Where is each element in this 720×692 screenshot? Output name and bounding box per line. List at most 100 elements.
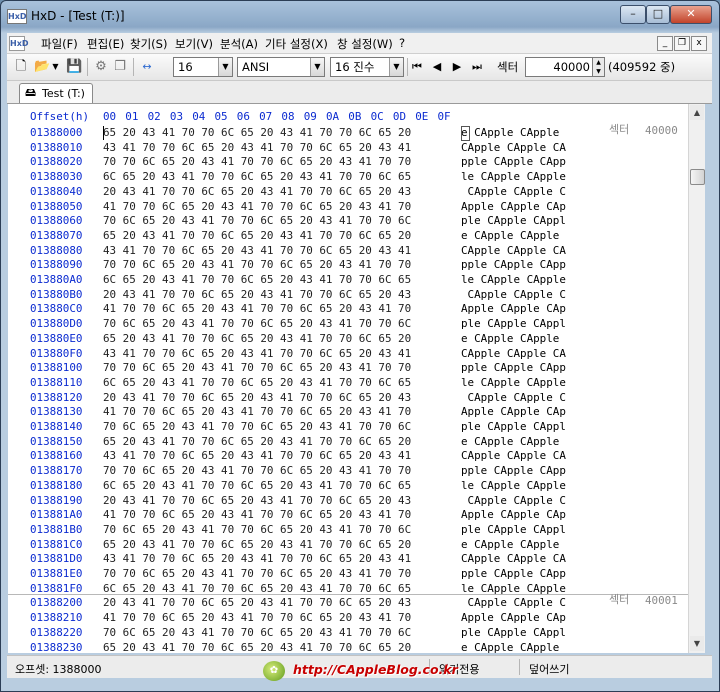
minimize-button[interactable]: – [620, 5, 646, 24]
table-row[interactable]: 013880D0 70 6C 65 20 43 41 70 70 6C 65 20… [8, 317, 688, 332]
row-hex-bytes[interactable]: 65 20 43 41 70 70 6C 65 20 43 41 70 70 6… [103, 641, 411, 654]
menu-extras[interactable]: 기타 설정(X) [265, 36, 328, 52]
row-hex-bytes[interactable]: 6C 65 20 43 41 70 70 6C 65 20 43 41 70 7… [103, 479, 411, 492]
row-hex-bytes[interactable]: 20 43 41 70 70 6C 65 20 43 41 70 70 6C 6… [103, 288, 411, 301]
table-row[interactable]: 01388160 43 41 70 70 6C 65 20 43 41 70 70… [8, 449, 688, 464]
row-ascii[interactable]: CApple CApple C [461, 185, 566, 198]
offset-base-select[interactable]: 16 진수 ▼ [330, 57, 404, 77]
row-ascii[interactable]: ple CApple CAppl [461, 317, 566, 330]
row-ascii[interactable]: CApple CApple CA [461, 449, 566, 462]
hex-editor-view[interactable]: Offset(h) 00 01 02 03 04 05 06 07 08 09 0A 0B 0C 0D 0E… [8, 104, 688, 653]
row-hex-bytes[interactable]: 20 43 41 70 70 6C 65 20 43 41 70 70 6C 6… [103, 185, 411, 198]
row-hex-bytes[interactable]: 43 41 70 70 6C 65 20 43 41 70 70 6C 65 2… [103, 552, 411, 565]
row-ascii[interactable]: CApple CApple CA [461, 141, 566, 154]
table-row[interactable]: 01388140 70 6C 65 20 43 41 70 70 6C 65 20… [8, 420, 688, 435]
table-row[interactable]: 01388010 43 41 70 70 6C 65 20 43 41 70 70… [8, 141, 688, 156]
table-row[interactable]: 01388200 20 43 41 70 70 6C 65 20 43 41 70… [8, 596, 688, 611]
table-row[interactable]: 01388180 6C 65 20 43 41 70 70 6C 65 20 43… [8, 479, 688, 494]
row-hex-bytes[interactable]: 65 20 43 41 70 70 6C 65 20 43 41 70 70 6… [103, 126, 411, 139]
row-hex-bytes[interactable]: 70 70 6C 65 20 43 41 70 70 6C 65 20 43 4… [103, 464, 411, 477]
menu-analysis[interactable]: 분석(A) [220, 36, 258, 52]
row-hex-bytes[interactable]: 70 70 6C 65 20 43 41 70 70 6C 65 20 43 4… [103, 567, 411, 580]
row-hex-bytes[interactable]: 70 70 6C 65 20 43 41 70 70 6C 65 20 43 4… [103, 258, 411, 271]
menu-window[interactable]: 창 설정(W) [337, 36, 393, 52]
row-hex-bytes[interactable]: 70 6C 65 20 43 41 70 70 6C 65 20 43 41 7… [103, 317, 411, 330]
vertical-scrollbar[interactable]: ▲ ▼ [688, 104, 705, 653]
row-ascii[interactable]: Apple CApple CAp [461, 302, 566, 315]
row-ascii[interactable]: CApple CApple CA [461, 244, 566, 257]
scroll-up-button[interactable]: ▲ [690, 105, 704, 120]
row-hex-bytes[interactable]: 65 20 43 41 70 70 6C 65 20 43 41 70 70 6… [103, 538, 411, 551]
table-row[interactable]: 01388190 20 43 41 70 70 6C 65 20 43 41 70… [8, 494, 688, 509]
table-row[interactable]: 013881D0 43 41 70 70 6C 65 20 43 41 70 70… [8, 552, 688, 567]
row-ascii[interactable]: le CApple CApple [461, 170, 566, 183]
menu-file[interactable]: 파일(F) [41, 36, 78, 52]
copy-icon[interactable]: ❐ [112, 59, 128, 75]
row-ascii[interactable]: Apple CApple CAp [461, 611, 566, 624]
table-row[interactable]: 01388040 20 43 41 70 70 6C 65 20 43 41 70… [8, 185, 688, 200]
table-row[interactable]: 01388070 65 20 43 41 70 70 6C 65 20 43 41… [8, 229, 688, 244]
table-row[interactable]: 013881E0 70 70 6C 65 20 43 41 70 70 6C 65… [8, 567, 688, 582]
table-row[interactable]: 01388030 6C 65 20 43 41 70 70 6C 65 20 43… [8, 170, 688, 185]
mdi-restore-button[interactable]: ❐ [674, 36, 690, 51]
row-ascii[interactable]: Apple CApple CAp [461, 405, 566, 418]
row-ascii[interactable]: pple CApple CApp [461, 155, 566, 168]
row-ascii[interactable]: le CApple CApple [461, 582, 566, 595]
row-hex-bytes[interactable]: 70 6C 65 20 43 41 70 70 6C 65 20 43 41 7… [103, 523, 411, 536]
row-hex-bytes[interactable]: 43 41 70 70 6C 65 20 43 41 70 70 6C 65 2… [103, 244, 411, 257]
row-hex-bytes[interactable]: 65 20 43 41 70 70 6C 65 20 43 41 70 70 6… [103, 435, 411, 448]
table-row[interactable]: 01388080 43 41 70 70 6C 65 20 43 41 70 70… [8, 244, 688, 259]
table-row[interactable]: 01388130 41 70 70 6C 65 20 43 41 70 70 6C… [8, 405, 688, 420]
chevron-down-icon[interactable]: ▼ [389, 58, 403, 76]
status-overwrite[interactable]: 덮어쓰기 [529, 661, 569, 677]
row-hex-bytes[interactable]: 20 43 41 70 70 6C 65 20 43 41 70 70 6C 6… [103, 391, 411, 404]
row-ascii[interactable]: pple CApple CApp [461, 567, 566, 580]
title-bar[interactable]: HxD HxD - [Test (T:)] – □ ✕ [1, 1, 719, 31]
table-row[interactable]: 01388020 70 70 6C 65 20 43 41 70 70 6C 65… [8, 155, 688, 170]
prev-sector-icon[interactable]: ◀ [429, 59, 445, 75]
mdi-minimize-button[interactable]: _ [657, 36, 673, 51]
charset-select[interactable]: ANSI ▼ [237, 57, 325, 77]
row-hex-bytes[interactable]: 6C 65 20 43 41 70 70 6C 65 20 43 41 70 7… [103, 376, 411, 389]
menu-view[interactable]: 보기(V) [175, 36, 213, 52]
dropdown-arrow-icon[interactable]: ▼ [51, 59, 60, 75]
close-button[interactable]: ✕ [670, 5, 712, 24]
row-hex-bytes[interactable]: 43 41 70 70 6C 65 20 43 41 70 70 6C 65 2… [103, 449, 411, 462]
row-ascii[interactable]: ple CApple CAppl [461, 523, 566, 536]
row-ascii[interactable]: CApple CApple CA [461, 552, 566, 565]
row-ascii[interactable]: e CApple CApple [461, 229, 566, 242]
row-ascii[interactable]: CApple CApple C [461, 494, 566, 507]
table-row[interactable]: 01388000 65 20 43 41 70 70 6C 65 20 43 41… [8, 126, 688, 141]
sector-spinner[interactable]: ▲ ▼ [592, 57, 605, 77]
scroll-thumb[interactable] [690, 169, 705, 185]
row-hex-bytes[interactable]: 70 6C 65 20 43 41 70 70 6C 65 20 43 41 7… [103, 626, 411, 639]
row-hex-bytes[interactable]: 41 70 70 6C 65 20 43 41 70 70 6C 65 20 4… [103, 302, 411, 315]
open-file-icon[interactable]: 📂 [34, 59, 50, 75]
row-hex-bytes[interactable]: 41 70 70 6C 65 20 43 41 70 70 6C 65 20 4… [103, 508, 411, 521]
row-ascii[interactable]: e CApple CApple [461, 332, 566, 345]
new-file-icon[interactable]: 🗋 [13, 59, 29, 75]
table-row[interactable]: 013880C0 41 70 70 6C 65 20 43 41 70 70 6C… [8, 302, 688, 317]
row-hex-bytes[interactable]: 65 20 43 41 70 70 6C 65 20 43 41 70 70 6… [103, 229, 411, 242]
row-hex-bytes[interactable]: 70 70 6C 65 20 43 41 70 70 6C 65 20 43 4… [103, 155, 411, 168]
row-hex-bytes[interactable]: 70 6C 65 20 43 41 70 70 6C 65 20 43 41 7… [103, 214, 411, 227]
menu-help[interactable]: ? [399, 36, 405, 50]
row-hex-bytes[interactable]: 70 6C 65 20 43 41 70 70 6C 65 20 43 41 7… [103, 420, 411, 433]
table-row[interactable]: 013880E0 65 20 43 41 70 70 6C 65 20 43 41… [8, 332, 688, 347]
table-row[interactable]: 01388050 41 70 70 6C 65 20 43 41 70 70 6C… [8, 200, 688, 215]
table-row[interactable]: 01388110 6C 65 20 43 41 70 70 6C 65 20 43… [8, 376, 688, 391]
tab-test-drive[interactable]: 🖴 Test (T:) [19, 83, 93, 103]
row-hex-bytes[interactable]: 20 43 41 70 70 6C 65 20 43 41 70 70 6C 6… [103, 596, 411, 609]
bytes-per-row-select[interactable]: 16 ▼ [173, 57, 233, 77]
row-ascii[interactable]: le CApple CApple [461, 376, 566, 389]
row-hex-bytes[interactable]: 43 41 70 70 6C 65 20 43 41 70 70 6C 65 2… [103, 347, 411, 360]
row-ascii[interactable]: le CApple CApple [461, 479, 566, 492]
table-row[interactable]: 01388210 41 70 70 6C 65 20 43 41 70 70 6C… [8, 611, 688, 626]
hxd-app-icon[interactable]: HxD [7, 9, 27, 24]
row-ascii[interactable]: ple CApple CAppl [461, 626, 566, 639]
row-ascii[interactable]: CApple CApple C [461, 391, 566, 404]
chevron-down-icon[interactable]: ▼ [218, 58, 232, 76]
last-sector-icon[interactable]: ⏭ [469, 59, 485, 75]
row-hex-bytes[interactable]: 70 70 6C 65 20 43 41 70 70 6C 65 20 43 4… [103, 361, 411, 374]
row-ascii[interactable]: ple CApple CAppl [461, 420, 566, 433]
